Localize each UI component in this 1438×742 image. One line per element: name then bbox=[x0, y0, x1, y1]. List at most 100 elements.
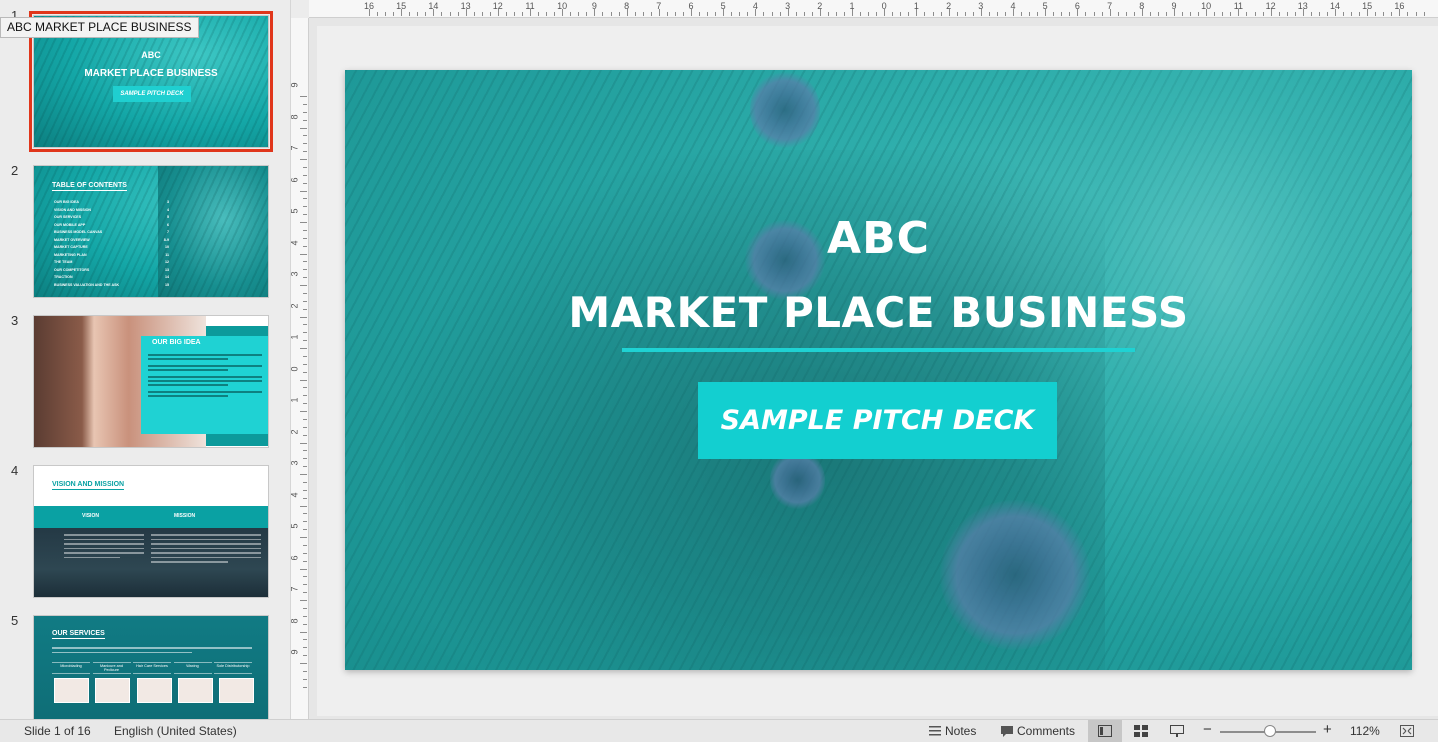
ruler-tick bbox=[300, 379, 307, 381]
ruler-tick bbox=[303, 513, 307, 515]
teal-overlay bbox=[345, 70, 1412, 670]
toc-item: OUR COMPETITORS 13 bbox=[54, 267, 169, 275]
slide-abc-text[interactable]: ABC bbox=[345, 213, 1412, 264]
ruler-tick bbox=[1318, 12, 1320, 16]
ruler-label: 9 bbox=[289, 649, 300, 655]
comments-button[interactable]: Comments bbox=[1017, 724, 1075, 738]
zoom-out-button[interactable]: − bbox=[1203, 721, 1212, 738]
ruler-tick bbox=[1254, 12, 1256, 16]
ruler-tick bbox=[650, 12, 652, 16]
ruler-tick bbox=[835, 12, 837, 16]
toc-item-label: THE TEAM bbox=[54, 260, 73, 264]
ruler-tick bbox=[554, 12, 556, 16]
text-line bbox=[64, 534, 144, 536]
toc-item: MARKET OVERVIEW 8-9 bbox=[54, 237, 169, 245]
slide-thumbnail-5[interactable]: OUR SERVICES Microblading Manicure and P… bbox=[33, 615, 269, 719]
pitch-deck-button-shape[interactable]: SAMPLE PITCH DECK bbox=[698, 382, 1057, 459]
title-underline[interactable] bbox=[622, 348, 1135, 352]
toc-item: VISION AND MISSION 4 bbox=[54, 207, 169, 215]
slide-thumbnail-3[interactable]: OUR BIG IDEA bbox=[33, 315, 269, 448]
ruler-tick bbox=[1407, 12, 1409, 16]
vision-text bbox=[64, 534, 144, 561]
ruler-label: 1 bbox=[289, 397, 300, 403]
ruler-label: 2 bbox=[289, 428, 300, 435]
service-image bbox=[219, 678, 254, 703]
ruler-tick bbox=[1262, 12, 1264, 16]
ruler-tick bbox=[1190, 12, 1192, 16]
ruler-tick bbox=[1326, 12, 1328, 16]
ruler-tick bbox=[1246, 12, 1248, 16]
ruler-tick bbox=[562, 9, 564, 16]
ruler-tick bbox=[739, 12, 741, 16]
ruler-tick bbox=[303, 324, 307, 326]
ruler-tick bbox=[303, 584, 307, 586]
thumbnail-title: MARKET PLACE BUSINESS bbox=[84, 68, 218, 79]
notes-icon[interactable] bbox=[927, 724, 943, 738]
vertical-ruler[interactable]: 9 8 7 6 5 4 3 2 1 0 1 2 3 4 5 6 7 8 9 bbox=[289, 18, 309, 719]
ruler-tick bbox=[530, 9, 531, 16]
slide-counter: Slide 1 of 16 bbox=[24, 724, 91, 738]
toc-item-label: OUR SERVICES bbox=[54, 215, 82, 219]
ruler-tick bbox=[465, 9, 467, 16]
ruler-tick bbox=[303, 237, 307, 239]
toc-item-label: BUSINESS MODEL CANVAS bbox=[54, 230, 103, 234]
ruler-tick bbox=[303, 300, 307, 302]
ruler-tick bbox=[300, 316, 307, 318]
ruler-tick bbox=[1069, 12, 1071, 16]
zoom-slider-handle[interactable] bbox=[1264, 725, 1276, 737]
ruler-tick bbox=[303, 615, 307, 617]
ruler-tick bbox=[303, 292, 307, 294]
zoom-in-button[interactable]: + bbox=[1323, 721, 1332, 738]
normal-view-button[interactable] bbox=[1088, 720, 1122, 742]
ruler-tick bbox=[795, 12, 797, 16]
horizontal-ruler[interactable]: 16 15 14 13 12 11 10 9 8 7 6 5 4 3 2 1 0 1 2 3 4 5 6 7 8 9 10 11 12 1… bbox=[309, 0, 1438, 18]
service-category: Waxing bbox=[173, 662, 212, 674]
ruler-tick bbox=[1423, 12, 1425, 16]
zoom-level[interactable]: 112% bbox=[1350, 724, 1380, 738]
ruler-tick bbox=[303, 450, 307, 452]
toc-item-label: MARKETING PLAN bbox=[54, 252, 87, 257]
slide-sorter-button[interactable] bbox=[1124, 720, 1158, 742]
ruler-tick bbox=[803, 12, 805, 16]
slide-tooltip: ABC MARKET PLACE BUSINESS bbox=[0, 17, 199, 38]
ruler-tick bbox=[618, 12, 620, 16]
normal-view-icon bbox=[1098, 725, 1112, 737]
ruler-tick bbox=[988, 12, 990, 16]
ruler-tick bbox=[303, 277, 307, 279]
ruler-tick bbox=[707, 12, 709, 16]
slide-title[interactable]: MARKET PLACE BUSINESS bbox=[345, 288, 1412, 337]
ruler-tick bbox=[1093, 12, 1095, 16]
ruler-tick bbox=[1343, 12, 1345, 16]
ruler-tick bbox=[723, 9, 725, 16]
slide-thumbnail-pane[interactable]: ABC MARKET PLACE BUSINESS 1 ABC MARKET P… bbox=[0, 0, 291, 719]
slide-number: 3 bbox=[11, 313, 19, 328]
ruler-label: 2 bbox=[289, 302, 300, 309]
slide-thumbnail-2[interactable]: TABLE OF CONTENTS OUR BIG IDEA 3 VISION AN… bbox=[33, 165, 269, 298]
ruler-tick bbox=[409, 12, 411, 16]
slide-thumbnail-4[interactable]: VISION AND MISSION VISION MISSION bbox=[33, 465, 269, 598]
toc-item-page: 5 bbox=[167, 215, 169, 219]
ruler-tick bbox=[303, 308, 307, 310]
ruler-tick bbox=[771, 12, 773, 16]
ruler-tick bbox=[852, 9, 853, 16]
fit-to-window-icon[interactable] bbox=[1399, 724, 1415, 738]
slide-number: 5 bbox=[11, 613, 19, 628]
language-indicator[interactable]: English (United States) bbox=[114, 724, 237, 738]
toc-item: MARKET CAPTURE 10 bbox=[54, 244, 169, 252]
reading-view-button[interactable] bbox=[1160, 720, 1194, 742]
service-image bbox=[136, 678, 172, 703]
ruler-tick bbox=[303, 592, 307, 594]
slide-editor[interactable]: ABC MARKET PLACE BUSINESS SAMPLE PITCH D… bbox=[345, 70, 1412, 670]
notes-button[interactable]: Notes bbox=[945, 724, 976, 738]
toc-item-label: OUR BIG IDEA bbox=[54, 200, 79, 204]
ruler-tick bbox=[425, 12, 427, 16]
text-line bbox=[52, 651, 192, 653]
service-image bbox=[95, 678, 131, 703]
ruler-tick bbox=[980, 9, 982, 16]
ruler-tick bbox=[868, 12, 870, 16]
comments-icon[interactable] bbox=[999, 724, 1015, 738]
ruler-tick bbox=[570, 12, 572, 16]
toc-item-label: OUR COMPETITORS bbox=[54, 267, 90, 272]
text-line bbox=[64, 547, 144, 549]
toc-item-label: MARKET OVERVIEW bbox=[54, 237, 90, 242]
